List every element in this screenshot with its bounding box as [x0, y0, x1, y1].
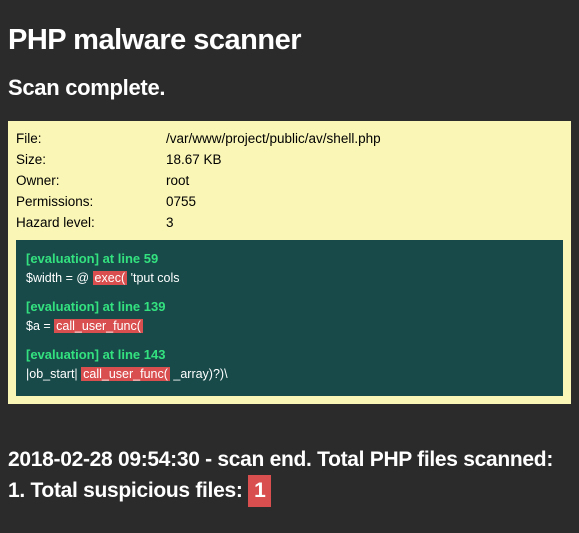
value-hazard: 3 — [166, 213, 563, 234]
label-file: File: — [16, 129, 166, 150]
code-post: 'tput cols — [127, 271, 179, 285]
value-size: 18.67 KB — [166, 150, 563, 171]
finding-head: [evaluation] at line 143 — [26, 346, 553, 365]
label-permissions: Permissions: — [16, 192, 166, 213]
code-pre: $width = @ — [26, 271, 93, 285]
value-permissions: 0755 — [166, 192, 563, 213]
code-post: _array)?)\ — [170, 367, 228, 381]
findings-panel: [evaluation] at line 59 $width = @ exec(… — [16, 240, 563, 396]
meta-hazard: Hazard level: 3 — [16, 213, 563, 234]
code-highlight: exec( — [93, 271, 128, 285]
finding-item: [evaluation] at line 59 $width = @ exec(… — [26, 250, 553, 288]
summary-msg1: scan end. Total PHP files scanned: — [217, 448, 553, 471]
label-size: Size: — [16, 150, 166, 171]
meta-file: File: /var/www/project/public/av/shell.p… — [16, 129, 563, 150]
scan-status: Scan complete. — [8, 75, 571, 101]
meta-size: Size: 18.67 KB — [16, 150, 563, 171]
value-file: /var/www/project/public/av/shell.php — [166, 129, 563, 150]
finding-code: |ob_start| call_user_func( _array)?)\ — [26, 365, 553, 383]
scan-result: File: /var/www/project/public/av/shell.p… — [8, 121, 571, 404]
code-pre: $a = — [26, 319, 54, 333]
meta-owner: Owner: root — [16, 171, 563, 192]
page-title: PHP malware scanner — [8, 24, 571, 57]
finding-head: [evaluation] at line 139 — [26, 298, 553, 317]
summary-msg2: . Total suspicious files: — [19, 479, 248, 502]
finding-head: [evaluation] at line 59 — [26, 250, 553, 269]
finding-code: $width = @ exec( 'tput cols — [26, 269, 553, 287]
summary-timestamp: 2018-02-28 09:54:30 — [8, 448, 200, 471]
finding-code: $a = call_user_func( — [26, 317, 553, 335]
code-pre: |ob_start| — [26, 367, 81, 381]
suspicious-count-badge: 1 — [248, 475, 271, 507]
label-hazard: Hazard level: — [16, 213, 166, 234]
label-owner: Owner: — [16, 171, 166, 192]
summary-files-count: 1 — [8, 479, 19, 502]
summary-sep: - — [200, 448, 218, 471]
code-highlight: call_user_func( — [54, 319, 143, 333]
value-owner: root — [166, 171, 563, 192]
finding-item: [evaluation] at line 139 $a = call_user_… — [26, 298, 553, 336]
code-highlight: call_user_func( — [81, 367, 170, 381]
meta-permissions: Permissions: 0755 — [16, 192, 563, 213]
scan-summary: 2018-02-28 09:54:30 - scan end. Total PH… — [8, 444, 571, 507]
finding-item: [evaluation] at line 143 |ob_start| call… — [26, 346, 553, 384]
